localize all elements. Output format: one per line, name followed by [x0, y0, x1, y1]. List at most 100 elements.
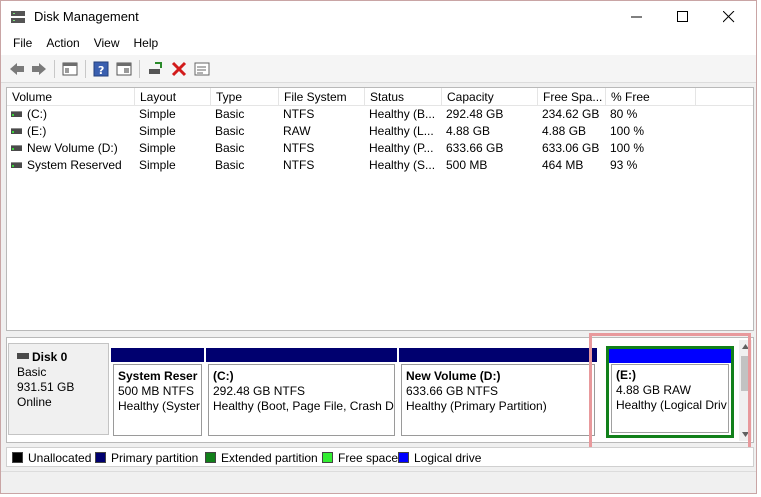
cell-capacity: 633.66 GB	[446, 141, 504, 155]
disk-info-label[interactable]: Disk 0 Basic 931.51 GB Online	[8, 343, 109, 435]
volume-icon	[11, 111, 22, 117]
partition-name: (C:)	[213, 369, 234, 383]
status-bar	[1, 471, 756, 493]
legend-free-space: Free space	[322, 451, 398, 465]
column-header-volume[interactable]: Volume	[7, 88, 135, 106]
cell-free-space: 464 MB	[542, 158, 584, 172]
settings-icon[interactable]	[193, 60, 211, 78]
cell-layout: Simple	[139, 124, 176, 138]
disk-management-window: Disk Management File Action View Help ? …	[0, 0, 757, 494]
legend-swatch	[95, 452, 106, 463]
table-row[interactable]: (C:) Simple Basic NTFS Healthy (B... 292…	[7, 106, 753, 123]
partition-name: New Volume (D:)	[406, 369, 501, 383]
disk-management-app-icon	[11, 11, 25, 23]
cell-capacity: 292.48 GB	[446, 107, 504, 121]
cell-file-system: NTFS	[283, 158, 315, 172]
column-header-free-space[interactable]: Free Spa...	[538, 88, 606, 106]
partition-legend: Unallocated Primary partition Extended p…	[6, 447, 754, 467]
cell-status: Healthy (L...	[369, 124, 434, 138]
cell-file-system: NTFS	[283, 107, 315, 121]
column-header-type[interactable]: Type	[211, 88, 279, 106]
cell-layout: Simple	[139, 158, 176, 172]
highlight-annotation-box	[589, 333, 751, 451]
minimize-button[interactable]	[614, 1, 660, 33]
column-header-layout[interactable]: Layout	[135, 88, 211, 106]
partition-d[interactable]: New Volume (D:) 633.66 GB NTFS Healthy (…	[399, 348, 597, 436]
window-title: Disk Management	[34, 9, 139, 24]
cell-status: Healthy (S...	[369, 158, 436, 172]
partition-status: Healthy (Syster	[118, 399, 201, 413]
disk-type: Basic	[17, 365, 47, 379]
partition-details: New Volume (D:) 633.66 GB NTFS Healthy (…	[401, 364, 595, 436]
legend-unallocated: Unallocated	[12, 451, 91, 465]
help-icon[interactable]: ?	[92, 60, 110, 78]
column-header-percent-free[interactable]: % Free	[606, 88, 696, 106]
toolbar-separator	[139, 60, 140, 78]
properties-icon[interactable]	[115, 60, 133, 78]
cell-capacity: 500 MB	[446, 158, 488, 172]
cell-file-system: RAW	[283, 124, 311, 138]
svg-text:?: ?	[98, 64, 104, 77]
partition-name: System Reser	[118, 369, 198, 383]
cell-status: Healthy (B...	[369, 107, 436, 121]
partition-size: 500 MB NTFS	[118, 384, 195, 398]
legend-primary-partition: Primary partition	[95, 451, 198, 465]
disk-name: Disk 0	[17, 350, 108, 365]
primary-partition-bar	[399, 348, 597, 362]
primary-partition-bar	[111, 348, 204, 362]
column-header-status[interactable]: Status	[365, 88, 442, 106]
volume-list: Volume Layout Type File System Status Ca…	[6, 87, 754, 331]
table-row[interactable]: New Volume (D:) Simple Basic NTFS Health…	[7, 140, 753, 157]
partition-c[interactable]: (C:) 292.48 GB NTFS Healthy (Boot, Page …	[206, 348, 397, 436]
cell-percent-free: 100 %	[610, 141, 645, 155]
legend-swatch	[205, 452, 216, 463]
partition-status: Healthy (Boot, Page File, Crash Du	[213, 399, 395, 413]
close-icon	[723, 11, 735, 23]
cell-free-space: 633.06 GB	[542, 141, 600, 155]
forward-arrow-icon[interactable]	[30, 60, 48, 78]
volume-icon	[11, 145, 22, 151]
disk-state: Online	[17, 395, 52, 409]
back-arrow-icon[interactable]	[8, 60, 26, 78]
menu-view[interactable]: View	[87, 33, 127, 55]
table-row[interactable]: (E:) Simple Basic RAW Healthy (L... 4.88…	[7, 123, 753, 140]
partition-system-reserved[interactable]: System Reser 500 MB NTFS Healthy (Syster	[111, 348, 204, 436]
cell-percent-free: 93 %	[610, 158, 638, 172]
legend-swatch	[12, 452, 23, 463]
partition-details: (C:) 292.48 GB NTFS Healthy (Boot, Page …	[208, 364, 395, 436]
legend-swatch	[322, 452, 333, 463]
partition-size: 633.66 GB NTFS	[406, 384, 499, 398]
cell-type: Basic	[215, 141, 245, 155]
delete-icon[interactable]	[170, 60, 188, 78]
close-button[interactable]	[706, 1, 752, 33]
column-header-file-system[interactable]: File System	[279, 88, 365, 106]
menu-help[interactable]: Help	[127, 33, 166, 55]
toolbar-separator	[85, 60, 86, 78]
volume-list-header: Volume Layout Type File System Status Ca…	[7, 88, 753, 106]
partition-size: 292.48 GB NTFS	[213, 384, 306, 398]
toolbar: ?	[1, 55, 756, 83]
console-tree-icon[interactable]	[61, 60, 79, 78]
cell-volume: (E:)	[27, 124, 47, 138]
cell-file-system: NTFS	[283, 141, 315, 155]
disk-icon	[17, 353, 29, 359]
partition-status: Healthy (Primary Partition)	[406, 399, 547, 413]
connect-icon[interactable]	[146, 60, 164, 78]
menu-file[interactable]: File	[6, 33, 39, 55]
maximize-button[interactable]	[660, 1, 706, 33]
volume-icon	[11, 162, 22, 168]
toolbar-separator	[54, 60, 55, 78]
column-header-capacity[interactable]: Capacity	[442, 88, 538, 106]
cell-free-space: 4.88 GB	[542, 124, 587, 138]
maximize-icon	[677, 11, 688, 22]
cell-type: Basic	[215, 107, 245, 121]
menu-action[interactable]: Action	[39, 33, 86, 55]
cell-layout: Simple	[139, 141, 176, 155]
disk-size: 931.51 GB	[17, 380, 75, 394]
legend-logical-drive: Logical drive	[398, 451, 481, 465]
partition-details: System Reser 500 MB NTFS Healthy (Syster	[113, 364, 202, 436]
cell-volume: System Reserved	[27, 158, 122, 172]
cell-volume: New Volume (D:)	[27, 141, 118, 155]
cell-layout: Simple	[139, 107, 176, 121]
table-row[interactable]: System Reserved Simple Basic NTFS Health…	[7, 157, 753, 174]
